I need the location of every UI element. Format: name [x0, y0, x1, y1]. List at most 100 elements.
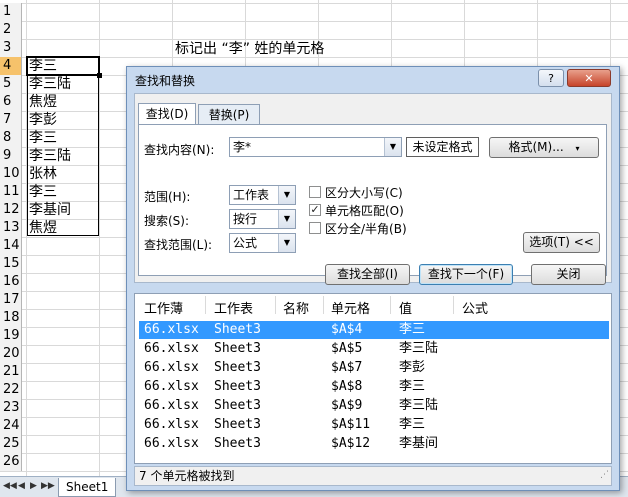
row-header[interactable]: 21	[0, 363, 22, 381]
column-header-cell[interactable]: 单元格	[331, 298, 370, 317]
result-cell: $A$5	[331, 341, 363, 356]
row-header[interactable]: 6	[0, 93, 22, 111]
row-header[interactable]: 25	[0, 435, 22, 453]
find-what-input[interactable]: 李* ▼	[229, 137, 402, 157]
find-replace-dialog: 查找和替换 ? ✕ 替换(P) 查找(D) 查找内容(N): 李* ▼ 未设定格…	[126, 66, 620, 491]
cell[interactable]: 张林	[27, 165, 99, 183]
last-sheet-icon[interactable]: ▶▶	[41, 481, 55, 491]
result-row[interactable]: 66.xlsx Sheet3 $A$5 李三陆	[139, 340, 609, 358]
column-separator	[453, 296, 454, 314]
match-entire-checkbox[interactable]: ✓	[309, 204, 321, 216]
status-bar: 7 个单元格被找到 ⋰	[134, 466, 612, 486]
column-header-formula[interactable]: 公式	[462, 298, 488, 317]
options-button[interactable]: 选项(T) <<	[523, 232, 600, 253]
row-header[interactable]: 16	[0, 273, 22, 291]
find-all-button[interactable]: 查找全部(I)	[325, 264, 410, 285]
results-list[interactable]: 工作薄 工作表 名称 单元格 值 公式 66.xlsx Sheet3 $A$4 李三 6…	[134, 293, 612, 464]
next-sheet-icon[interactable]: ▶	[30, 481, 37, 491]
row-header[interactable]: 26	[0, 453, 22, 471]
sheet-title-cell[interactable]: 标记出 “李” 姓的单元格	[175, 38, 324, 58]
column-header-name[interactable]: 名称	[283, 298, 309, 317]
result-row[interactable]: 66.xlsx Sheet3 $A$8 李三	[139, 378, 609, 396]
look-in-value: 公式	[233, 236, 258, 250]
result-value: 李三陆	[399, 398, 439, 413]
close-button[interactable]: 关闭	[531, 264, 606, 285]
row-header[interactable]: 7	[0, 111, 22, 129]
result-sheet: Sheet3	[214, 341, 261, 356]
cell[interactable]: 李三	[27, 183, 99, 201]
cell[interactable]: 李三陆	[27, 147, 99, 165]
result-sheet: Sheet3	[214, 436, 261, 451]
prev-sheet-icon[interactable]: ◀	[18, 481, 25, 491]
cell[interactable]: 李彭	[27, 111, 99, 129]
chevron-down-icon[interactable]: ▼	[278, 210, 295, 228]
result-value: 李基间	[399, 436, 439, 451]
within-select[interactable]: 工作表 ▼	[229, 185, 296, 205]
find-tab-page: 查找内容(N): 李* ▼ 未设定格式 格式(M)... ▾ 范围(H): 工作…	[138, 124, 607, 276]
cell[interactable]: 李基间	[27, 201, 99, 219]
row-header[interactable]: 13	[0, 219, 22, 237]
result-book: 66.xlsx	[144, 360, 199, 375]
column-header-book[interactable]: 工作薄	[144, 298, 183, 317]
column-separator	[390, 296, 391, 314]
find-what-value: 李*	[233, 140, 252, 154]
match-case-checkbox[interactable]	[309, 186, 321, 198]
cell[interactable]: 焦煜	[27, 219, 99, 237]
row-header[interactable]: 17	[0, 291, 22, 309]
sheet-tab[interactable]: Sheet1	[58, 478, 117, 497]
grid-row-line	[0, 21, 628, 22]
column-header-value[interactable]: 值	[399, 298, 412, 317]
active-cell[interactable]	[26, 56, 102, 78]
first-sheet-icon[interactable]: ◀◀	[3, 481, 17, 491]
result-row[interactable]: 66.xlsx Sheet3 $A$11 李三	[139, 416, 609, 434]
row-header[interactable]: 22	[0, 381, 22, 399]
close-icon[interactable]: ✕	[567, 69, 611, 87]
row-header[interactable]: 1	[0, 3, 22, 21]
find-next-button[interactable]: 查找下一个(F)	[419, 264, 513, 285]
row-header[interactable]: 12	[0, 201, 22, 219]
within-label: 范围(H):	[144, 190, 191, 204]
row-header[interactable]: 8	[0, 129, 22, 147]
cell[interactable]: 焦煜	[27, 93, 99, 111]
row-header[interactable]: 19	[0, 327, 22, 345]
result-row[interactable]: 66.xlsx Sheet3 $A$7 李彭	[139, 359, 609, 377]
result-cell: $A$8	[331, 379, 363, 394]
tab-find[interactable]: 查找(D)	[138, 103, 196, 125]
match-case-label[interactable]: 区分大小写(C)	[325, 184, 403, 201]
look-in-select[interactable]: 公式 ▼	[229, 233, 296, 253]
column-header-sheet[interactable]: 工作表	[214, 298, 253, 317]
result-row[interactable]: 66.xlsx Sheet3 $A$9 李三陆	[139, 397, 609, 415]
cell[interactable]: 李三陆	[27, 75, 99, 93]
grid-row-line	[0, 3, 628, 4]
row-header[interactable]: 11	[0, 183, 22, 201]
row-header[interactable]: 4	[0, 57, 22, 75]
row-header[interactable]: 10	[0, 165, 22, 183]
resize-grip-icon[interactable]: ⋰	[600, 466, 609, 484]
row-header[interactable]: 24	[0, 417, 22, 435]
row-header[interactable]: 18	[0, 309, 22, 327]
result-book: 66.xlsx	[144, 379, 199, 394]
result-row[interactable]: 66.xlsx Sheet3 $A$4 李三	[139, 321, 609, 339]
result-cell: $A$4	[331, 322, 363, 337]
chevron-down-icon[interactable]: ▼	[384, 138, 401, 156]
cell[interactable]: 李三	[27, 129, 99, 147]
format-button[interactable]: 格式(M)... ▾	[489, 137, 599, 158]
row-header[interactable]: 9	[0, 147, 22, 165]
chevron-down-icon[interactable]: ▼	[278, 186, 295, 204]
search-value: 按行	[233, 212, 258, 226]
tab-replace[interactable]: 替换(P)	[198, 104, 260, 125]
match-entire-label[interactable]: 单元格匹配(O)	[325, 202, 404, 219]
chevron-down-icon[interactable]: ▼	[278, 234, 295, 252]
match-byte-checkbox[interactable]	[309, 222, 321, 234]
row-header[interactable]: 15	[0, 255, 22, 273]
help-button[interactable]: ?	[538, 69, 564, 87]
row-header[interactable]: 14	[0, 237, 22, 255]
search-select[interactable]: 按行 ▼	[229, 209, 296, 229]
row-header[interactable]: 23	[0, 399, 22, 417]
result-row[interactable]: 66.xlsx Sheet3 $A$12 李基间	[139, 435, 609, 453]
row-header[interactable]: 2	[0, 21, 22, 39]
match-byte-label[interactable]: 区分全/半角(B)	[325, 220, 407, 237]
row-header[interactable]: 20	[0, 345, 22, 363]
row-header[interactable]: 3	[0, 39, 22, 57]
row-header[interactable]: 5	[0, 75, 22, 93]
